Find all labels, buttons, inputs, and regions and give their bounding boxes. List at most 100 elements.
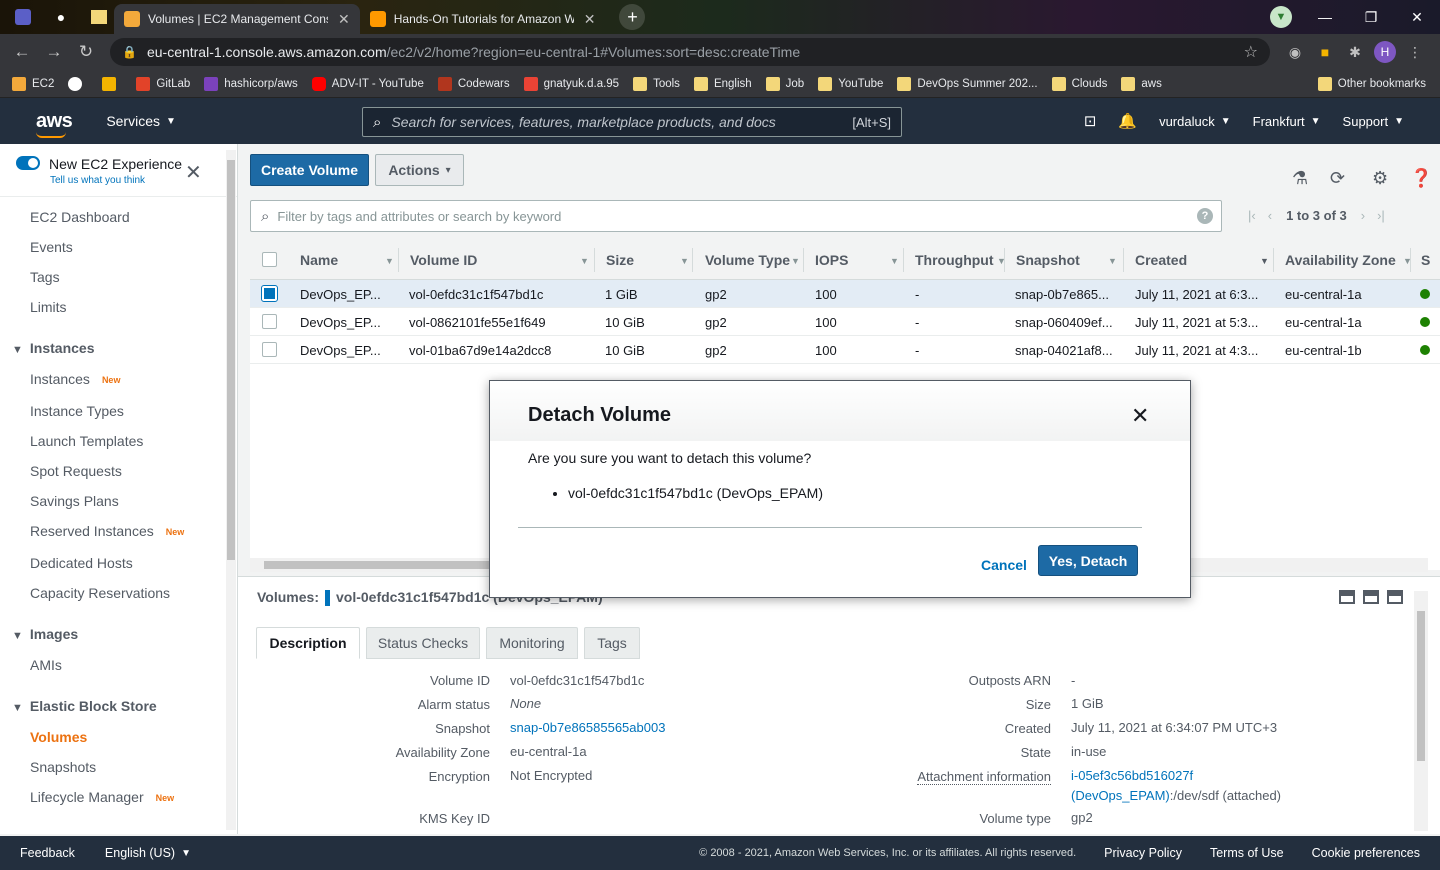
help-icon[interactable]: ? (1197, 208, 1213, 224)
instance-link[interactable]: i-05ef3c56bd516027f (1071, 768, 1193, 783)
services-menu[interactable]: Services ▼ (106, 113, 176, 129)
sidebar-item-snapshots[interactable]: Snapshots (30, 759, 96, 775)
bookmark-aws[interactable]: aws (1121, 76, 1162, 91)
browser-menu-icon[interactable]: ⋮ (1400, 44, 1430, 61)
close-window-button[interactable]: ✕ (1394, 9, 1440, 26)
region-menu[interactable]: Frankfurt ▼ (1253, 114, 1321, 129)
restore-button[interactable]: ❐ (1348, 9, 1394, 26)
sidebar-item-lifecycle-manager[interactable]: Lifecycle Manager New (30, 789, 174, 805)
pane-minimize-icon[interactable] (1339, 590, 1355, 604)
close-tab-icon[interactable]: ✕ (338, 11, 350, 28)
back-button[interactable]: ← (6, 42, 38, 62)
bookmark-gitlab[interactable]: GitLab (136, 76, 190, 91)
bookmark-tools[interactable]: Tools (633, 76, 680, 91)
bookmark-youtube[interactable]: YouTube (818, 76, 883, 91)
profile-button[interactable]: H (1370, 41, 1400, 63)
account-menu[interactable]: vurdaluck ▼ (1159, 114, 1231, 129)
row-checkbox[interactable] (262, 314, 277, 329)
bookmark-devops-summer[interactable]: DevOps Summer 202... (897, 76, 1038, 91)
tab-status-checks[interactable]: Status Checks (366, 627, 480, 659)
cloudshell-icon[interactable]: ⊡ (1084, 112, 1097, 130)
bookmark-ec2[interactable]: EC2 (12, 76, 54, 91)
last-page-icon[interactable]: ›| (1377, 208, 1385, 223)
filter-input[interactable]: ⌕ Filter by tags and attributes or searc… (250, 200, 1222, 232)
sidebar-section-instances[interactable]: ▼ Instances (12, 340, 94, 356)
yes-detach-button[interactable]: Yes, Detach (1038, 545, 1138, 576)
sidebar-item-volumes[interactable]: Volumes (30, 729, 87, 745)
actions-button[interactable]: Actions ▾ (375, 154, 464, 186)
sidebar-item-capacity-reservations[interactable]: Capacity Reservations (30, 585, 170, 601)
select-all-checkbox[interactable] (262, 252, 277, 267)
sidebar-item-limits[interactable]: Limits (30, 299, 67, 315)
scrollbar-thumb[interactable] (227, 160, 235, 560)
column-created[interactable]: Created ▼ (1135, 252, 1269, 268)
bookmark-adv-it[interactable]: ADV-IT - YouTube (311, 76, 424, 91)
table-row[interactable]: DevOps_EP... vol-01ba67d9e14a2dcc8 10 Gi… (250, 336, 1440, 364)
tab-monitoring[interactable]: Monitoring (486, 627, 578, 659)
column-snapshot[interactable]: Snapshot ▼ (1016, 252, 1117, 268)
aws-search-input[interactable]: ⌕ Search for services, features, marketp… (362, 107, 902, 137)
close-tab-icon[interactable]: ✕ (584, 11, 596, 28)
sidebar-section-ebs[interactable]: ▼ Elastic Block Store (12, 698, 157, 714)
teams-pinned-tab[interactable] (8, 4, 38, 30)
terms-of-use-link[interactable]: Terms of Use (1210, 846, 1284, 860)
table-row[interactable]: DevOps_EP... vol-0efdc31c1f547bd1c 1 GiB… (250, 280, 1440, 308)
column-availability-zone[interactable]: Availability Zone ▼ (1285, 252, 1412, 268)
column-iops[interactable]: IOPS ▼ (815, 252, 899, 268)
new-tab-button[interactable]: + (619, 4, 646, 30)
sidebar-item-spot-requests[interactable]: Spot Requests (30, 463, 122, 479)
close-icon[interactable]: ✕ (185, 160, 202, 185)
minimize-button[interactable]: — (1302, 9, 1348, 25)
bookmark-hashicorp[interactable]: hashicorp/aws (204, 76, 298, 91)
pane-maximize-icon[interactable] (1387, 590, 1403, 604)
forward-button[interactable]: → (38, 42, 70, 62)
new-experience-toggle[interactable] (16, 156, 40, 170)
sidebar-item-tags[interactable]: Tags (30, 269, 60, 285)
sidebar-item-amis[interactable]: AMIs (30, 657, 62, 673)
table-row[interactable]: DevOps_EP... vol-0862101fe55e1f649 10 Gi… (250, 308, 1440, 336)
tab-ec2-volumes[interactable]: Volumes | EC2 Management Console ✕ (114, 4, 360, 34)
notifications-bell-icon[interactable]: 🔔 (1118, 112, 1137, 130)
sidebar-item-instance-types[interactable]: Instance Types (30, 403, 124, 419)
first-page-icon[interactable]: |‹ (1248, 208, 1256, 223)
gear-icon[interactable]: ⚙ (1372, 168, 1388, 189)
bookmark-clouds[interactable]: Clouds (1051, 76, 1107, 91)
tab-description[interactable]: Description (256, 627, 360, 659)
sidebar-scrollbar[interactable] (226, 150, 236, 830)
extensions-puzzle-icon[interactable]: ✱ (1340, 44, 1370, 61)
bookmark-job[interactable]: Job (765, 76, 804, 91)
column-state[interactable]: S (1421, 252, 1430, 268)
cookie-preferences-link[interactable]: Cookie preferences (1312, 846, 1420, 860)
row-checkbox[interactable] (261, 285, 278, 302)
flask-icon[interactable]: ⚗ (1292, 168, 1308, 189)
next-page-icon[interactable]: › (1361, 208, 1365, 223)
create-volume-button[interactable]: Create Volume (250, 154, 369, 186)
column-volume-type[interactable]: Volume Type ▼ (705, 252, 800, 268)
github-pinned-tab[interactable]: ● (46, 4, 76, 30)
bookmark-gmail[interactable]: gnatyuk.d.a.95 (523, 76, 619, 91)
tab-aws-tutorials[interactable]: Hands-On Tutorials for Amazon Web Servic… (360, 4, 606, 34)
url-input[interactable]: 🔒 eu-central-1.console.aws.amazon.com/ec… (110, 38, 1270, 66)
help-icon[interactable]: ❓ (1410, 168, 1432, 189)
bookmark-codewars[interactable]: Codewars (437, 76, 510, 91)
extension-note-icon[interactable]: ■ (1310, 44, 1340, 60)
feedback-link[interactable]: Feedback (20, 846, 75, 860)
tab-tags[interactable]: Tags (584, 627, 640, 659)
feedback-link[interactable]: Tell us what you think (50, 175, 145, 186)
reload-button[interactable]: ↻ (70, 42, 102, 62)
sidebar-item-reserved-instances[interactable]: Reserved Instances New (30, 523, 184, 539)
scrollbar-thumb[interactable] (264, 561, 504, 569)
close-icon[interactable]: ✕ (1131, 403, 1149, 429)
column-throughput[interactable]: Throughput ▼ (915, 252, 1006, 268)
sidebar-item-dashboard[interactable]: EC2 Dashboard (30, 209, 130, 225)
bookmark-github[interactable] (68, 76, 88, 91)
sidebar-item-savings-plans[interactable]: Savings Plans (30, 493, 119, 509)
sidebar-item-dedicated-hosts[interactable]: Dedicated Hosts (30, 555, 133, 571)
row-checkbox[interactable] (262, 342, 277, 357)
sidebar-item-events[interactable]: Events (30, 239, 73, 255)
bookmark-english[interactable]: English (693, 76, 752, 91)
docs-pinned-tab[interactable] (84, 4, 114, 30)
sidebar-item-launch-templates[interactable]: Launch Templates (30, 433, 143, 449)
bookmark-keep[interactable] (102, 76, 122, 91)
aws-logo[interactable]: aws (36, 110, 73, 138)
